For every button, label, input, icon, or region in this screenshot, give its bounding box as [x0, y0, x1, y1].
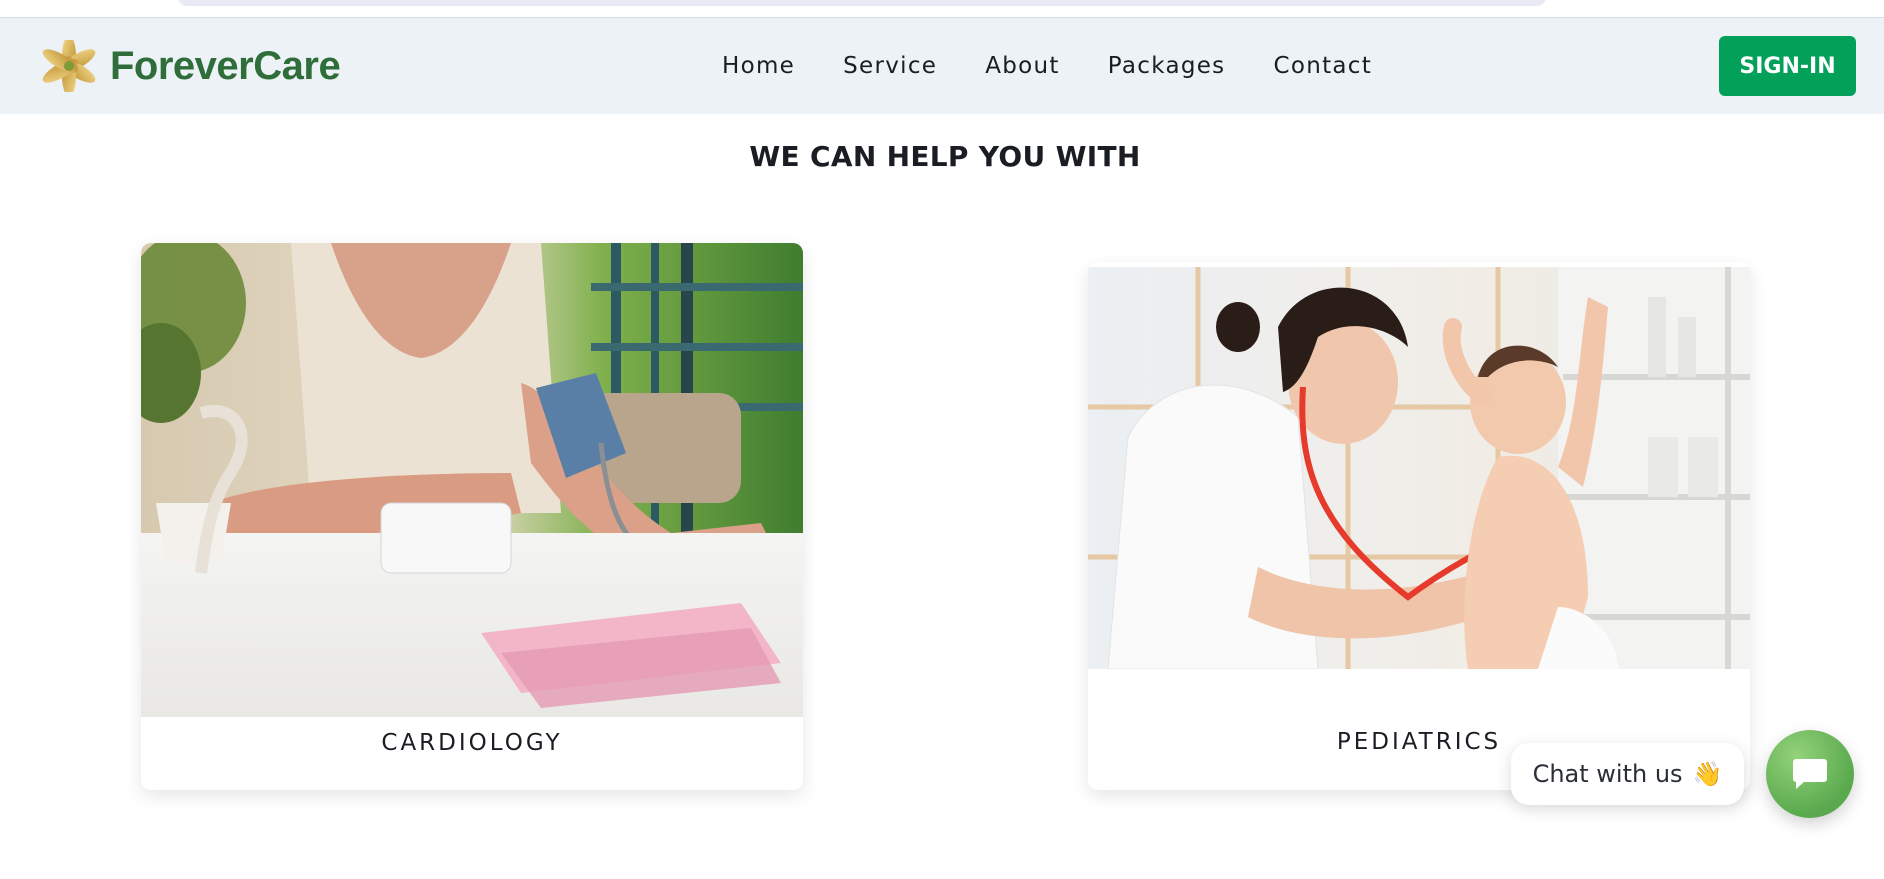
main-nav: Home Service About Packages Contact: [722, 18, 1372, 114]
nav-contact[interactable]: Contact: [1273, 53, 1372, 79]
brand-name: ForeverCare: [110, 43, 341, 88]
cardiology-photo: [141, 243, 803, 717]
brand-logo[interactable]: ForeverCare: [42, 40, 341, 92]
nav-home[interactable]: Home: [722, 53, 795, 79]
flower-logo-icon: [42, 40, 96, 92]
service-card-cardiology[interactable]: CARDIOLOGY: [141, 243, 803, 790]
sign-in-button[interactable]: SIGN-IN: [1719, 36, 1856, 96]
browser-top-strip: [0, 0, 1884, 18]
card-label-cardiology: CARDIOLOGY: [381, 730, 563, 756]
pediatrics-photo: [1088, 267, 1750, 669]
service-card-pediatrics[interactable]: PEDIATRICS: [1088, 262, 1750, 790]
chat-prompt-label: Chat with us: [1532, 760, 1683, 788]
chat-prompt[interactable]: Chat with us 👋: [1511, 743, 1744, 805]
section-title: WE CAN HELP YOU WITH: [749, 140, 1141, 173]
nav-packages[interactable]: Packages: [1108, 53, 1226, 79]
chat-bubble-icon: [1793, 759, 1827, 789]
nav-service[interactable]: Service: [843, 53, 937, 79]
nav-about[interactable]: About: [985, 53, 1060, 79]
site-header: ForeverCare Home Service About Packages …: [0, 18, 1884, 114]
top-search-pill: [178, 0, 1546, 6]
chat-open-button[interactable]: [1766, 730, 1854, 818]
waving-hand-icon: 👋: [1692, 760, 1723, 788]
